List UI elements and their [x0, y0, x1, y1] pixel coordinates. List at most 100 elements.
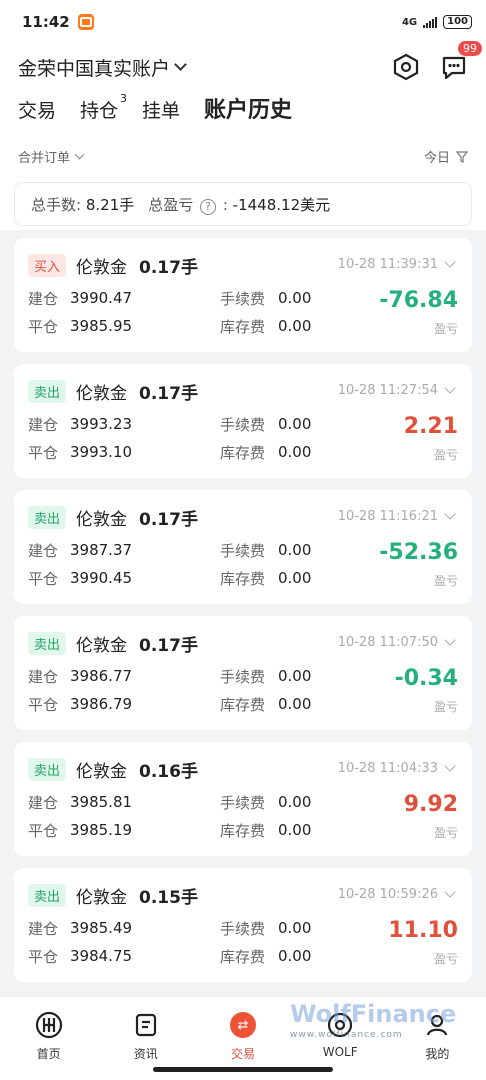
- open-price-label: 建仓: [28, 793, 59, 812]
- nav-home[interactable]: 首页: [9, 1011, 89, 1080]
- order-card[interactable]: 卖出 伦敦金 0.15手 10-28 10:59:26 建仓 3985.49 手…: [14, 868, 472, 982]
- open-price-value: 3985.81: [70, 793, 133, 811]
- order-pnl-value: -76.84: [379, 288, 458, 313]
- fee-label: 手续费: [220, 793, 266, 812]
- swap-label: 库存费: [220, 317, 266, 336]
- settings-hexagon-icon[interactable]: [392, 53, 420, 81]
- tab-bar: 交易 持仓 3 挂单 账户历史: [18, 92, 292, 124]
- swap-value: 0.00: [278, 947, 312, 965]
- swap-value: 0.00: [278, 695, 312, 713]
- order-card[interactable]: 买入 伦敦金 0.17手 10-28 11:39:31 建仓 3990.47 手…: [14, 238, 472, 352]
- tab-trade[interactable]: 交易: [18, 96, 56, 123]
- battery-icon: 100: [443, 15, 472, 29]
- order-time: 10-28 11:39:31: [337, 257, 438, 272]
- order-side-badge: 卖出: [28, 379, 67, 403]
- order-symbol: 伦敦金: [76, 257, 128, 278]
- merge-orders-dropdown[interactable]: 合并订单: [18, 147, 85, 166]
- order-symbol: 伦敦金: [76, 383, 128, 404]
- swap-value: 0.00: [278, 443, 312, 461]
- message-button[interactable]: 99: [440, 41, 482, 81]
- open-price-label: 建仓: [28, 667, 59, 686]
- open-price-label: 建仓: [28, 541, 59, 560]
- fee-label: 手续费: [220, 667, 266, 686]
- tab-account-history[interactable]: 账户历史: [204, 92, 292, 124]
- app-notification-icon: [77, 14, 94, 30]
- order-pnl-label: 盈亏: [433, 700, 458, 714]
- open-price-value: 3985.49: [70, 919, 133, 937]
- swap-value: 0.00: [278, 317, 312, 335]
- fee-label: 手续费: [220, 541, 266, 560]
- date-filter[interactable]: 今日: [424, 147, 468, 166]
- home-indicator[interactable]: [153, 1067, 333, 1072]
- tab-pending-orders[interactable]: 挂单: [142, 96, 180, 123]
- order-pnl-value: 9.92: [403, 792, 458, 817]
- fee-value: 0.00: [278, 289, 312, 307]
- swap-label: 库存费: [220, 947, 266, 966]
- nav-trade-label: 交易: [230, 1047, 255, 1061]
- order-time: 10-28 11:04:33: [337, 761, 438, 776]
- order-lots: 0.17手: [139, 257, 198, 278]
- order-card[interactable]: 卖出 伦敦金 0.17手 10-28 11:27:54 建仓 3993.23 手…: [14, 364, 472, 478]
- total-pnl-label: 总盈亏: [148, 195, 194, 214]
- swap-label: 库存费: [220, 695, 266, 714]
- open-price-label: 建仓: [28, 415, 59, 434]
- chevron-down-icon: [74, 149, 85, 160]
- positions-count: 3: [120, 92, 128, 105]
- order-pnl-label: 盈亏: [433, 952, 458, 966]
- swap-label: 库存费: [220, 569, 266, 588]
- account-selector[interactable]: 金荣中国真实账户: [18, 54, 187, 81]
- order-card[interactable]: 卖出 伦敦金 0.16手 10-28 11:04:33 建仓 3985.81 手…: [14, 742, 472, 856]
- fee-label: 手续费: [220, 289, 266, 308]
- order-lots: 0.15手: [139, 887, 198, 908]
- order-symbol: 伦敦金: [76, 761, 128, 782]
- swap-value: 0.00: [278, 569, 312, 587]
- fee-value: 0.00: [278, 919, 312, 937]
- order-time: 10-28 11:07:50: [337, 635, 438, 650]
- order-side-badge: 卖出: [28, 757, 67, 781]
- close-price-label: 平仓: [28, 443, 59, 462]
- fee-label: 手续费: [220, 919, 266, 938]
- fee-value: 0.00: [278, 667, 312, 685]
- close-price-value: 3990.45: [70, 569, 133, 587]
- close-price-value: 3985.19: [70, 821, 133, 839]
- order-pnl-label: 盈亏: [433, 322, 458, 336]
- close-price-label: 平仓: [28, 695, 59, 714]
- total-lots-value: 8.21手: [85, 195, 135, 214]
- close-price-value: 3986.79: [70, 695, 133, 713]
- nav-home-label: 首页: [36, 1047, 61, 1061]
- open-price-label: 建仓: [28, 289, 59, 308]
- order-card[interactable]: 卖出 伦敦金 0.17手 10-28 11:07:50 建仓 3986.77 手…: [14, 616, 472, 730]
- order-time: 10-28 11:16:21: [337, 509, 438, 524]
- order-history-list: 买入 伦敦金 0.17手 10-28 11:39:31 建仓 3990.47 手…: [14, 238, 472, 994]
- tab-positions[interactable]: 持仓 3: [80, 92, 127, 123]
- order-pnl-label: 盈亏: [433, 826, 458, 840]
- date-filter-label: 今日: [423, 151, 450, 166]
- home-logo-icon: [35, 1011, 62, 1039]
- order-lots: 0.16手: [139, 761, 198, 782]
- tab-positions-label: 持仓: [80, 100, 119, 122]
- open-price-value: 3990.47: [70, 289, 133, 307]
- order-time: 10-28 10:59:26: [337, 887, 438, 902]
- order-pnl-value: 11.10: [388, 918, 458, 943]
- merge-orders-label: 合并订单: [18, 151, 71, 166]
- help-icon[interactable]: ?: [200, 198, 217, 215]
- nav-wolf-label: WOLF: [322, 1045, 358, 1059]
- open-price-label: 建仓: [28, 919, 59, 938]
- order-side-badge: 卖出: [28, 883, 67, 907]
- open-price-value: 3993.23: [70, 415, 133, 433]
- order-side-badge: 买入: [28, 253, 67, 277]
- order-symbol: 伦敦金: [76, 887, 128, 908]
- order-side-badge: 卖出: [28, 505, 67, 529]
- order-lots: 0.17手: [139, 383, 198, 404]
- order-pnl-value: 2.21: [403, 414, 458, 439]
- close-price-label: 平仓: [28, 317, 59, 336]
- close-price-label: 平仓: [28, 821, 59, 840]
- filter-icon: [456, 150, 468, 163]
- order-symbol: 伦敦金: [76, 509, 128, 530]
- account-title: 金荣中国真实账户: [18, 57, 171, 80]
- open-price-value: 3987.37: [70, 541, 133, 559]
- order-lots: 0.17手: [139, 509, 198, 530]
- signal-icon: [423, 16, 438, 28]
- nav-profile-label: 我的: [425, 1047, 450, 1061]
- order-card[interactable]: 卖出 伦敦金 0.17手 10-28 11:16:21 建仓 3987.37 手…: [14, 490, 472, 604]
